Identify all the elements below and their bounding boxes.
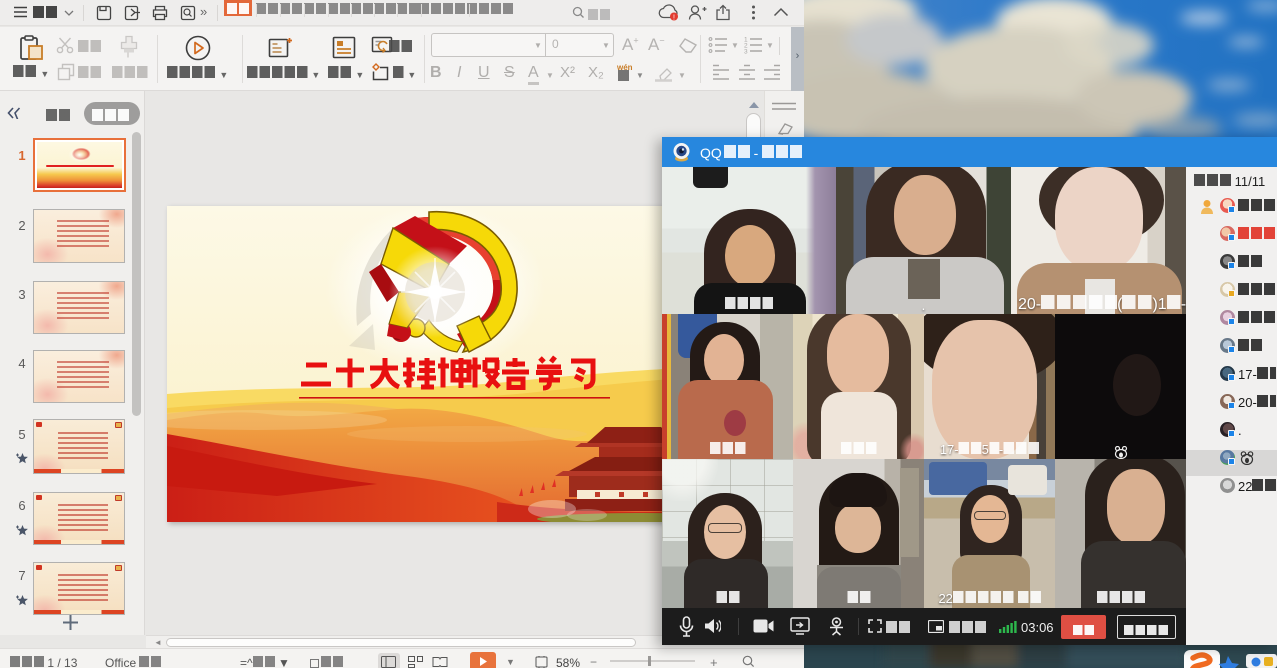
- svg-text:3: 3: [744, 49, 748, 55]
- svg-text:!: !: [673, 14, 675, 21]
